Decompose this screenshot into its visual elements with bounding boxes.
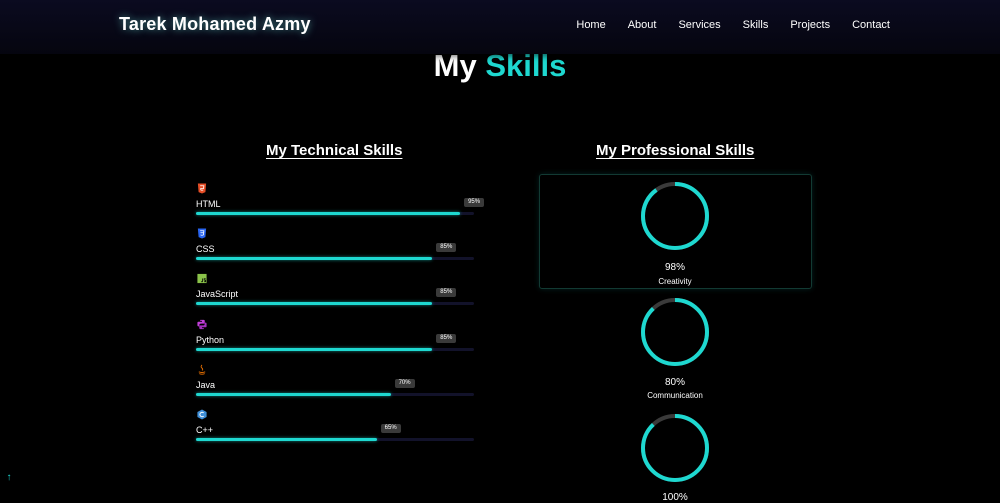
professional-skills-title: My Professional Skills <box>596 142 755 159</box>
nav-link-about[interactable]: About <box>628 19 657 31</box>
skill-name: Python <box>196 335 225 345</box>
skill-item-python: Python 85% <box>196 319 474 359</box>
python-icon <box>197 319 207 330</box>
nav-link-home[interactable]: Home <box>576 19 605 31</box>
progress-circle <box>639 296 711 368</box>
skill-name: HTML <box>196 199 221 209</box>
skill-progress-track <box>196 212 474 215</box>
professional-skill-name: Creativity <box>658 277 692 286</box>
skill-percent-badge: 85% <box>436 334 457 343</box>
scroll-to-top-icon[interactable]: ↑ <box>4 473 14 483</box>
skill-name: CSS <box>196 244 215 254</box>
professional-skill-name: Communication <box>647 391 703 400</box>
skill-progress-track <box>196 438 474 441</box>
skill-progress-fill <box>196 438 377 441</box>
skill-progress-track <box>196 348 474 351</box>
skill-percent-badge: 85% <box>436 288 457 297</box>
professional-skill-percent: 98% <box>664 262 685 273</box>
skill-progress-fill <box>196 212 461 215</box>
skill-progress-fill <box>196 302 433 305</box>
skill-name: C++ <box>196 425 214 435</box>
progress-circle <box>639 412 711 484</box>
navbar: Tarek Mohamed Azmy Home About Services S… <box>0 0 1000 54</box>
skill-progress-track <box>196 302 474 305</box>
nav-link-projects[interactable]: Projects <box>790 19 830 31</box>
nav-link-services[interactable]: Services <box>678 19 720 31</box>
java-icon <box>198 364 206 375</box>
skill-percent-badge: 85% <box>436 243 457 252</box>
skill-progress-fill <box>196 348 433 351</box>
professional-skill-percent: 100% <box>662 492 688 503</box>
nav-link-contact[interactable]: Contact <box>852 19 890 31</box>
nav-menu: Home About Services Skills Projects Cont… <box>576 19 890 31</box>
technical-skills-title: My Technical Skills <box>266 142 403 159</box>
cplusplus-icon <box>197 409 207 420</box>
progress-circle <box>639 180 711 252</box>
skill-item-cplusplus: C++ 65% <box>196 409 474 449</box>
professional-skill-percent: 80% <box>664 377 685 388</box>
skill-progress-fill <box>196 257 433 260</box>
html5-icon <box>197 183 207 194</box>
skill-progress-track <box>196 257 474 260</box>
brand-name[interactable]: Tarek Mohamed Azmy <box>119 14 311 35</box>
skill-item-html: HTML 95% <box>196 183 485 223</box>
skill-percent-badge: 65% <box>380 424 401 433</box>
skill-percent-badge: 95% <box>464 198 485 207</box>
css3-icon <box>197 228 207 239</box>
nav-link-skills[interactable]: Skills <box>743 19 769 31</box>
skill-name: JavaScript <box>196 289 239 299</box>
